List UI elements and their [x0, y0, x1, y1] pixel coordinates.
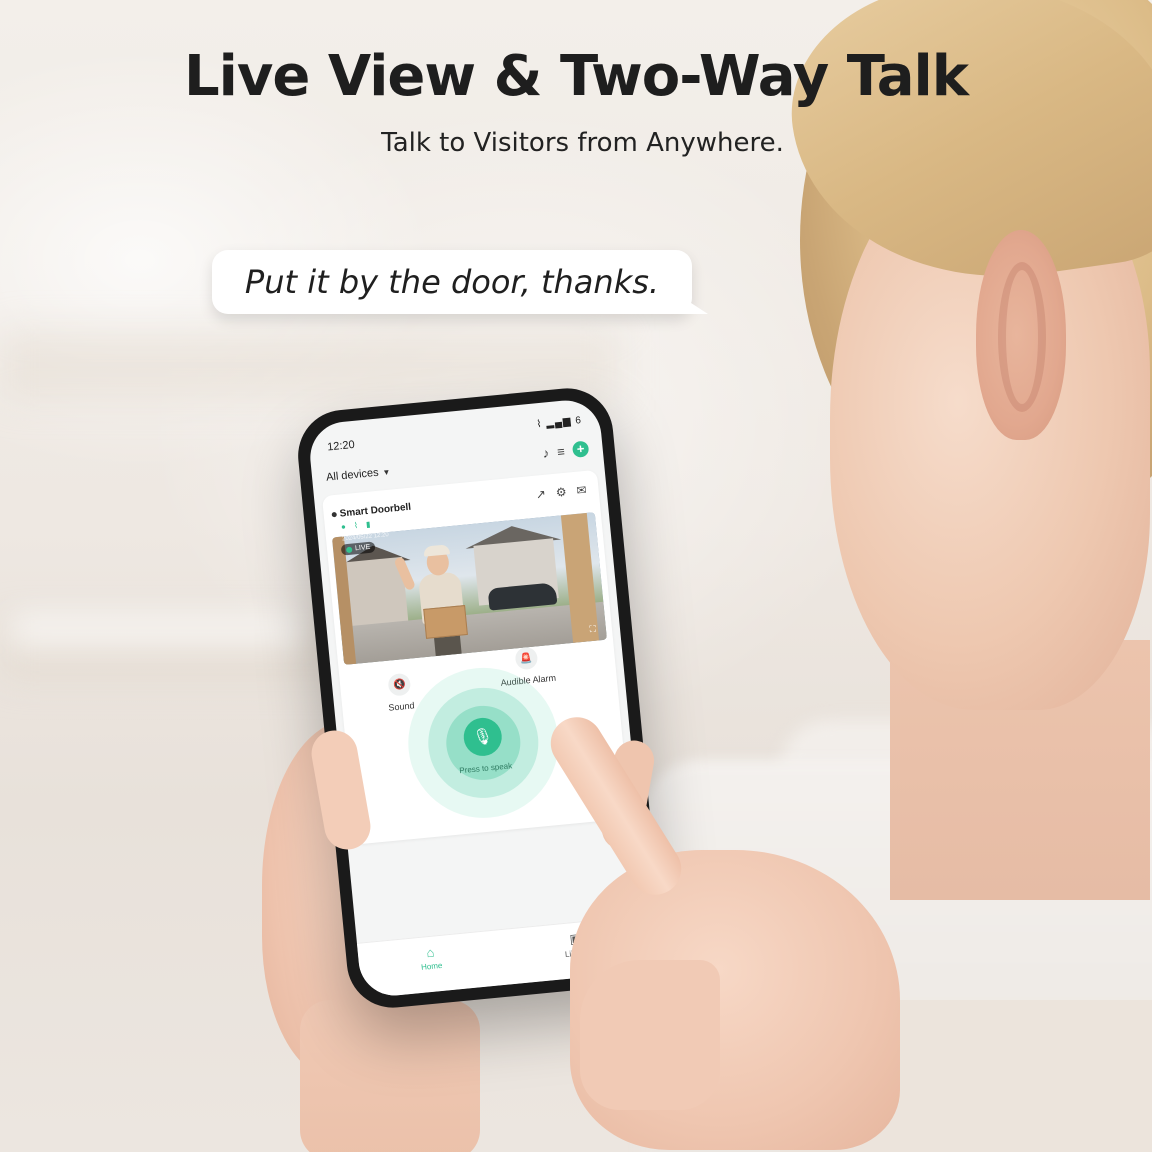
ear-inner	[998, 262, 1046, 412]
speech-bubble: Put it by the door, thanks.	[212, 250, 692, 314]
blurred-shelf	[0, 330, 620, 400]
status-time: 12:20	[326, 438, 356, 454]
battery-dot-icon	[331, 511, 337, 518]
device-name: Smart Doorbell	[339, 501, 412, 520]
blurred-lamp	[8, 610, 308, 650]
gear-icon[interactable]: ⚙	[555, 485, 567, 500]
package-box	[423, 605, 468, 639]
share-icon[interactable]: ↗	[535, 487, 546, 502]
home-icon: ⌂	[425, 944, 435, 961]
microphone-icon: 🎙	[471, 727, 494, 747]
bell-icon[interactable]: ♪	[542, 445, 550, 461]
status-icons: ⌇ ▂▄▆ 6	[536, 414, 583, 431]
device-filter-label: All devices	[325, 466, 380, 484]
push-to-talk[interactable]: 🎙 Press to speak	[401, 661, 566, 825]
live-dot-icon	[345, 546, 353, 553]
live-badge-label: LIVE	[354, 543, 371, 553]
page-subtitle: Talk to Visitors from Anywhere.	[381, 128, 784, 158]
message-icon[interactable]: ✉	[576, 483, 587, 498]
speech-bubble-text: Put it by the door, thanks.	[244, 263, 660, 301]
list-icon[interactable]: ≡	[556, 443, 565, 459]
device-status-icons: ● ⌇ ▮	[340, 519, 374, 532]
page-title: Live View & Two-Way Talk	[184, 44, 969, 109]
live-video-feed[interactable]: 2024/05/22 12:20 LIVE ⛶	[331, 512, 607, 665]
header-actions: ♪ ≡ +	[542, 440, 590, 461]
left-forearm	[300, 1000, 480, 1152]
tab-home-label: Home	[420, 960, 443, 972]
device-filter-dropdown[interactable]: All devices ▼	[326, 466, 391, 484]
add-device-button[interactable]: +	[571, 440, 590, 458]
right-hand-curled-fingers	[580, 960, 720, 1110]
speech-bubble-tail	[668, 288, 708, 314]
card-actions: ↗ ⚙ ✉	[535, 483, 587, 502]
tab-home[interactable]: ⌂ Home	[419, 944, 445, 993]
fullscreen-icon[interactable]: ⛶	[589, 624, 596, 636]
chevron-down-icon: ▼	[382, 467, 391, 477]
